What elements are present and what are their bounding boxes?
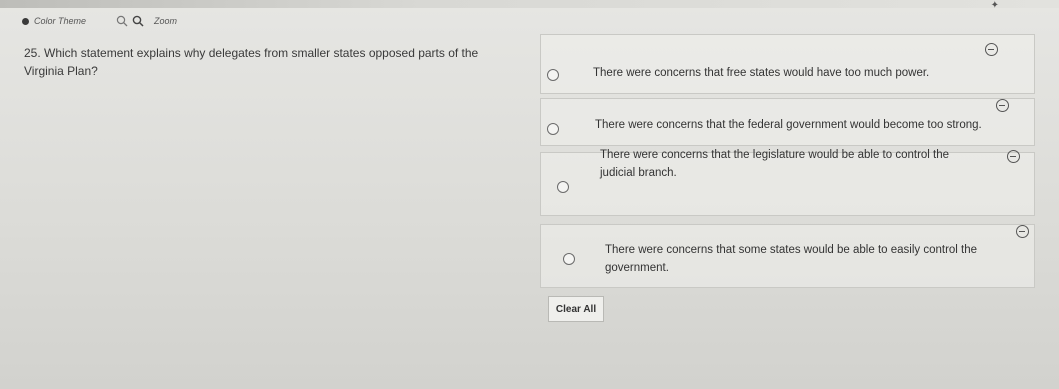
answer-choice-4[interactable]: There were concerns that some states wou… [540, 224, 1035, 288]
zoom-label: Zoom [154, 16, 178, 26]
radio-button[interactable] [547, 69, 559, 81]
eliminate-choice-icon[interactable] [1007, 150, 1020, 163]
answer-choice-2[interactable]: There were concerns that the federal gov… [540, 98, 1035, 146]
eliminate-choice-icon[interactable] [996, 99, 1009, 112]
zoom-out-icon[interactable] [116, 15, 128, 27]
clear-all-button[interactable]: Clear All [548, 296, 604, 322]
radio-button[interactable] [547, 123, 559, 135]
color-theme-icon[interactable] [22, 17, 29, 25]
window-marker-icon: ✦ [990, 0, 999, 11]
question-text: 25. Which statement explains why delegat… [24, 46, 479, 78]
top-strip [0, 0, 1059, 8]
zoom-in-icon[interactable] [132, 15, 144, 27]
radio-button[interactable] [557, 181, 569, 193]
answer-choice-1[interactable]: There were concerns that free states wou… [540, 34, 1035, 94]
choice-text: There were concerns that the federal gov… [595, 119, 982, 131]
eliminate-choice-icon[interactable] [1016, 225, 1029, 238]
color-theme-label[interactable]: Color Theme [34, 16, 86, 26]
answer-choice-3[interactable]: There were concerns that the legislature… [540, 149, 1035, 216]
choice-text: There were concerns that free states wou… [593, 67, 930, 79]
toolbar: Color Theme Zoom [22, 12, 177, 30]
eliminate-choice-icon[interactable] [985, 43, 998, 56]
choice-text: There were concerns that the legislature… [600, 149, 950, 179]
choice-text: There were concerns that some states wou… [605, 244, 978, 274]
radio-button[interactable] [563, 253, 575, 265]
